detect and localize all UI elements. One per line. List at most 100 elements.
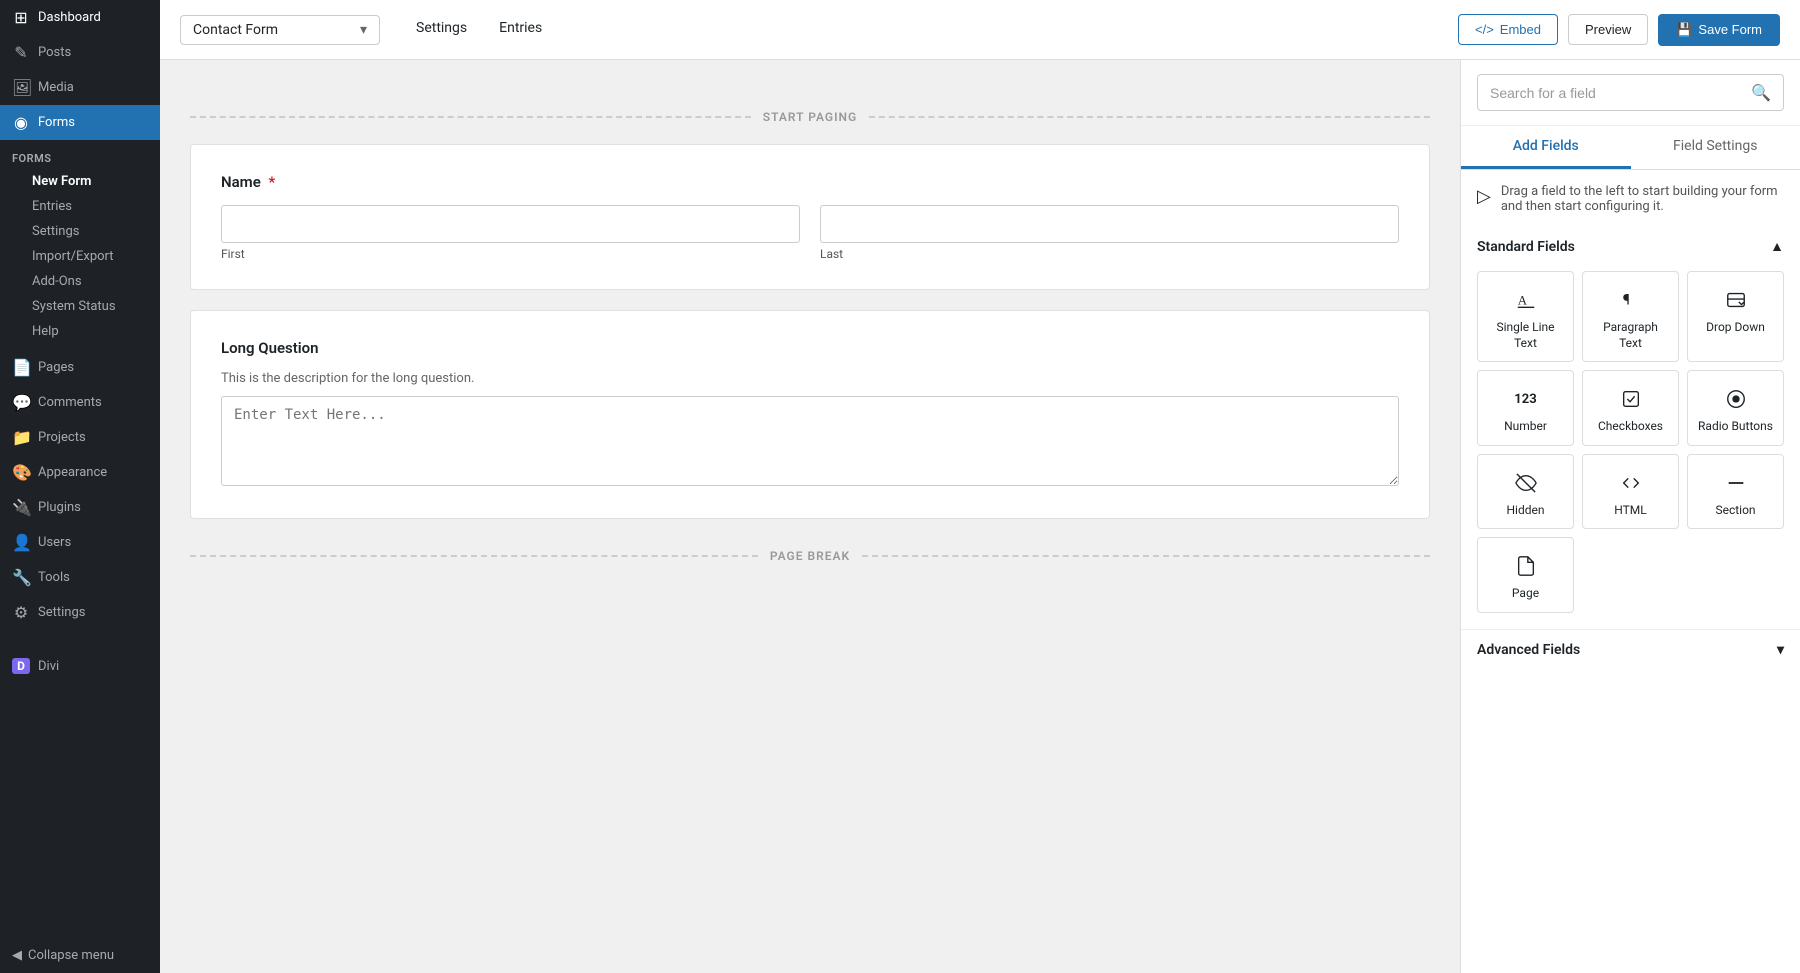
sidebar-item-users[interactable]: 👤 Users — [0, 525, 160, 560]
sidebar-sub-import-export[interactable]: Import/Export — [0, 244, 160, 269]
preview-button[interactable]: Preview — [1568, 14, 1648, 45]
field-card-html[interactable]: HTML — [1582, 454, 1679, 530]
tab-field-settings[interactable]: Field Settings — [1631, 126, 1800, 169]
main-wrap: Contact Form ▾ Settings Entries </> Embe… — [160, 0, 1800, 973]
sidebar-sub-help[interactable]: Help — [0, 319, 160, 344]
first-label: First — [221, 247, 800, 261]
tools-icon: 🔧 — [12, 568, 30, 587]
hidden-icon — [1515, 469, 1537, 497]
save-form-button[interactable]: 💾 Save Form — [1658, 14, 1780, 46]
sidebar-sub-new-form[interactable]: New Form — [0, 169, 160, 194]
sidebar-item-projects[interactable]: 📁 Projects — [0, 420, 160, 455]
first-name-input[interactable] — [221, 205, 800, 243]
sidebar-sub-entries[interactable]: Entries — [0, 194, 160, 219]
field-card-single-line-text[interactable]: A Single Line Text — [1477, 271, 1574, 362]
standard-fields-section: Standard Fields ▲ A Single Line Text — [1461, 228, 1800, 629]
sidebar: ⊞ Dashboard ✎ Posts 🖼 Media ◉ Forms ◀ Fo… — [0, 0, 160, 973]
embed-button[interactable]: </> Embed — [1458, 14, 1558, 45]
sidebar-item-posts[interactable]: ✎ Posts — [0, 35, 160, 70]
long-question-field-block: Long Question This is the description fo… — [190, 310, 1430, 519]
html-icon — [1620, 469, 1642, 497]
standard-fields-header[interactable]: Standard Fields ▲ — [1477, 228, 1784, 265]
content-area: START PAGING Name * First Last — [160, 60, 1800, 973]
projects-icon: 📁 — [12, 428, 30, 447]
long-question-textarea[interactable] — [221, 396, 1399, 486]
field-card-section[interactable]: Section — [1687, 454, 1784, 530]
start-paging-divider: START PAGING — [190, 110, 1430, 124]
sidebar-item-media[interactable]: 🖼 Media — [0, 70, 160, 105]
embed-icon: </> — [1475, 22, 1494, 37]
sidebar-item-forms[interactable]: ◉ Forms ◀ — [0, 105, 160, 140]
sidebar-item-dashboard[interactable]: ⊞ Dashboard — [0, 0, 160, 35]
search-input-wrap: 🔍 — [1477, 74, 1784, 111]
drop-down-label: Drop Down — [1706, 320, 1765, 336]
sidebar-item-divi[interactable]: D Divi — [0, 650, 160, 682]
appearance-icon: 🎨 — [12, 463, 30, 482]
settings-icon: ⚙ — [12, 603, 30, 622]
field-card-hidden[interactable]: Hidden — [1477, 454, 1574, 530]
page-break-divider: PAGE BREAK — [190, 549, 1430, 563]
field-card-paragraph-text[interactable]: ¶ Paragraph Text — [1582, 271, 1679, 362]
tab-add-fields[interactable]: Add Fields — [1461, 126, 1631, 169]
collapse-icon: ◀ — [12, 948, 22, 963]
forms-icon: ◉ — [12, 113, 30, 132]
divi-icon: D — [12, 658, 30, 674]
expand-advanced-icon: ▾ — [1777, 642, 1784, 658]
tab-settings[interactable]: Settings — [400, 2, 483, 57]
right-panel: 🔍 Add Fields Field Settings ▷ Drag a fie… — [1460, 60, 1800, 973]
search-input[interactable] — [1490, 85, 1743, 101]
name-required-marker: * — [269, 173, 276, 191]
topbar: Contact Form ▾ Settings Entries </> Embe… — [160, 0, 1800, 60]
long-question-description: This is the description for the long que… — [221, 371, 1399, 386]
single-line-text-label: Single Line Text — [1486, 320, 1565, 351]
sidebar-item-plugins[interactable]: 🔌 Plugins — [0, 490, 160, 525]
hidden-label: Hidden — [1506, 503, 1544, 519]
radio-buttons-label: Radio Buttons — [1698, 419, 1773, 435]
sidebar-item-tools[interactable]: 🔧 Tools — [0, 560, 160, 595]
field-card-drop-down[interactable]: Drop Down — [1687, 271, 1784, 362]
fields-grid: A Single Line Text ¶ Paragraph Text — [1477, 271, 1784, 613]
form-selector[interactable]: Contact Form ▾ — [180, 15, 380, 45]
sidebar-sub-add-ons[interactable]: Add-Ons — [0, 269, 160, 294]
first-name-wrap: First — [221, 205, 800, 261]
sidebar-item-comments[interactable]: 💬 Comments — [0, 385, 160, 420]
advanced-fields-header[interactable]: Advanced Fields ▾ — [1461, 629, 1800, 670]
form-canvas: START PAGING Name * First Last — [160, 60, 1460, 973]
section-icon — [1725, 469, 1747, 497]
page-label: Page — [1512, 586, 1539, 602]
field-card-number[interactable]: 123 Number — [1477, 370, 1574, 446]
name-field-label: Name * — [221, 173, 1399, 191]
name-field-block: Name * First Last — [190, 144, 1430, 290]
form-selector-chevron: ▾ — [360, 22, 367, 38]
users-icon: 👤 — [12, 533, 30, 552]
search-bar: 🔍 — [1461, 60, 1800, 126]
sidebar-item-pages[interactable]: 📄 Pages — [0, 350, 160, 385]
field-card-radio-buttons[interactable]: Radio Buttons — [1687, 370, 1784, 446]
sidebar-item-appearance[interactable]: 🎨 Appearance — [0, 455, 160, 490]
collapse-standard-icon: ▲ — [1770, 238, 1784, 255]
form-name: Contact Form — [193, 22, 278, 38]
sidebar-sub-settings[interactable]: Settings — [0, 219, 160, 244]
save-icon: 💾 — [1676, 22, 1692, 38]
svg-text:¶: ¶ — [1622, 291, 1629, 309]
last-name-wrap: Last — [820, 205, 1399, 261]
field-card-page[interactable]: Page — [1477, 537, 1574, 613]
single-line-text-icon: A — [1515, 286, 1537, 314]
html-label: HTML — [1614, 503, 1647, 519]
forms-section-label: Forms — [0, 140, 160, 169]
checkboxes-icon — [1620, 385, 1642, 413]
radio-buttons-icon — [1725, 385, 1747, 413]
field-card-checkboxes[interactable]: Checkboxes — [1582, 370, 1679, 446]
posts-icon: ✎ — [12, 43, 30, 62]
sidebar-item-settings[interactable]: ⚙ Settings — [0, 595, 160, 630]
collapse-menu-button[interactable]: ◀ Collapse menu — [0, 938, 160, 973]
number-label: Number — [1504, 419, 1547, 435]
name-inputs-group: First Last — [221, 205, 1399, 261]
forms-active-arrow: ◀ — [136, 113, 148, 132]
topbar-actions: </> Embed Preview 💾 Save Form — [1458, 14, 1780, 46]
sidebar-sub-system-status[interactable]: System Status — [0, 294, 160, 319]
drag-hint: ▷ Drag a field to the left to start buil… — [1461, 170, 1800, 228]
dashboard-icon: ⊞ — [12, 8, 30, 27]
last-name-input[interactable] — [820, 205, 1399, 243]
tab-entries[interactable]: Entries — [483, 2, 558, 57]
